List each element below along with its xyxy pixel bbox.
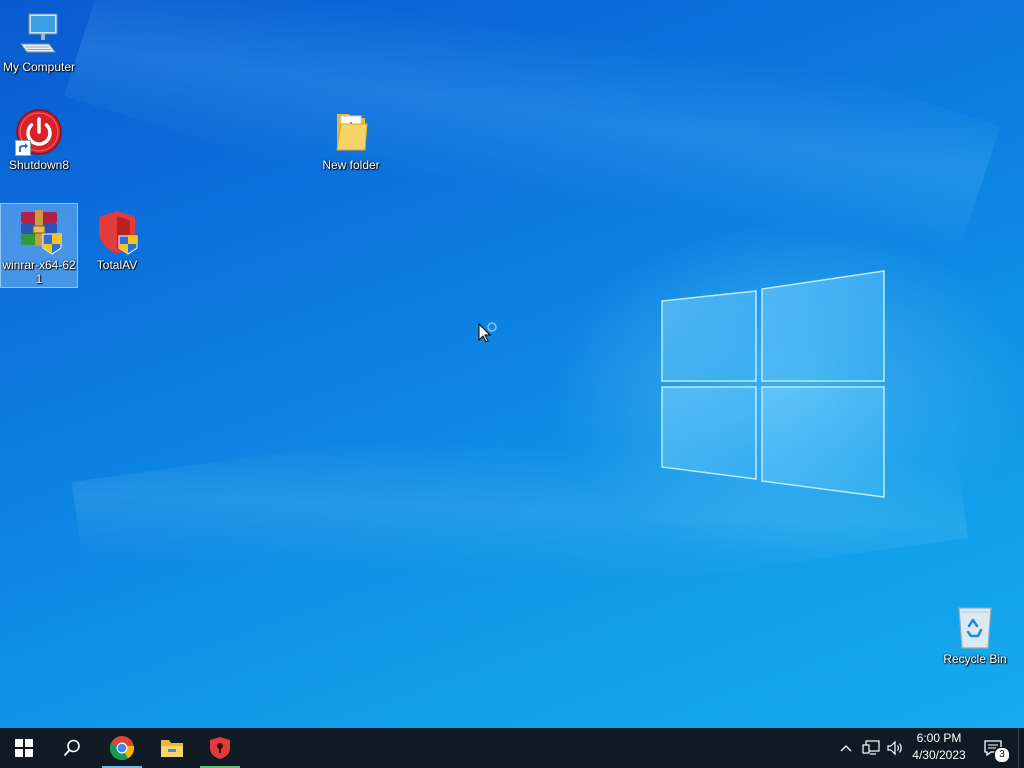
- volume-button[interactable]: [884, 728, 906, 768]
- wallpaper-windows-logo: [661, 270, 885, 498]
- search-button[interactable]: [48, 728, 96, 768]
- network-status-button[interactable]: [860, 728, 882, 768]
- taskbar-app-chrome[interactable]: [100, 728, 144, 768]
- totalav-shield-icon: [99, 211, 138, 255]
- search-icon: [63, 739, 80, 757]
- desktop-icon-label: New folder: [322, 158, 380, 172]
- taskbar-clock[interactable]: 6:00 PM 4/30/2023: [906, 730, 972, 766]
- desktop[interactable]: My Computer Shutdown8 New folder winrar-…: [0, 0, 1024, 728]
- windows-logo-icon: [15, 739, 33, 757]
- taskbar-app-file-explorer[interactable]: [148, 728, 196, 768]
- desktop-icon-my-computer[interactable]: My Computer: [0, 6, 78, 77]
- chevron-up-icon: [840, 745, 852, 752]
- desktop-icon-label: winrar-x64-621: [2, 258, 76, 286]
- desktop-icon-totalav[interactable]: TotalAV: [78, 204, 156, 275]
- taskbar-app-totalav[interactable]: [198, 728, 242, 768]
- taskbar: 6:00 PM 4/30/2023 3: [0, 728, 1024, 768]
- desktop-icon-label: Recycle Bin: [943, 652, 1007, 666]
- desktop-icon-shutdown8[interactable]: Shutdown8: [0, 104, 78, 175]
- desktop-icon-recycle-bin[interactable]: Recycle Bin: [936, 598, 1014, 669]
- mouse-cursor-busy-icon: [478, 322, 497, 343]
- desktop-icon-winrar-installer[interactable]: winrar-x64-621: [0, 203, 78, 288]
- winrar-icon: [21, 210, 62, 255]
- network-icon: [862, 740, 880, 755]
- computer-icon: [20, 13, 58, 53]
- folder-icon: [161, 740, 183, 757]
- clock-time: 6:00 PM: [916, 731, 962, 745]
- folder-icon: [336, 114, 368, 151]
- notification-count-badge: 3: [994, 747, 1010, 763]
- show-hidden-icons-button[interactable]: [836, 728, 856, 768]
- show-desktop-button[interactable]: [1018, 728, 1024, 768]
- recycle-bin-icon: [958, 607, 992, 649]
- start-button[interactable]: [0, 728, 48, 768]
- chrome-icon: [109, 736, 135, 761]
- clock-date: 4/30/2023: [912, 748, 966, 762]
- totalav-shield-icon: [210, 737, 230, 759]
- speaker-icon: [887, 740, 902, 756]
- desktop-icon-label: TotalAV: [96, 258, 138, 272]
- shortcut-arrow-icon: [15, 140, 31, 156]
- desktop-icon-label: My Computer: [2, 60, 76, 74]
- desktop-icon-label: Shutdown8: [8, 158, 70, 172]
- desktop-icon-new-folder[interactable]: New folder: [312, 104, 390, 175]
